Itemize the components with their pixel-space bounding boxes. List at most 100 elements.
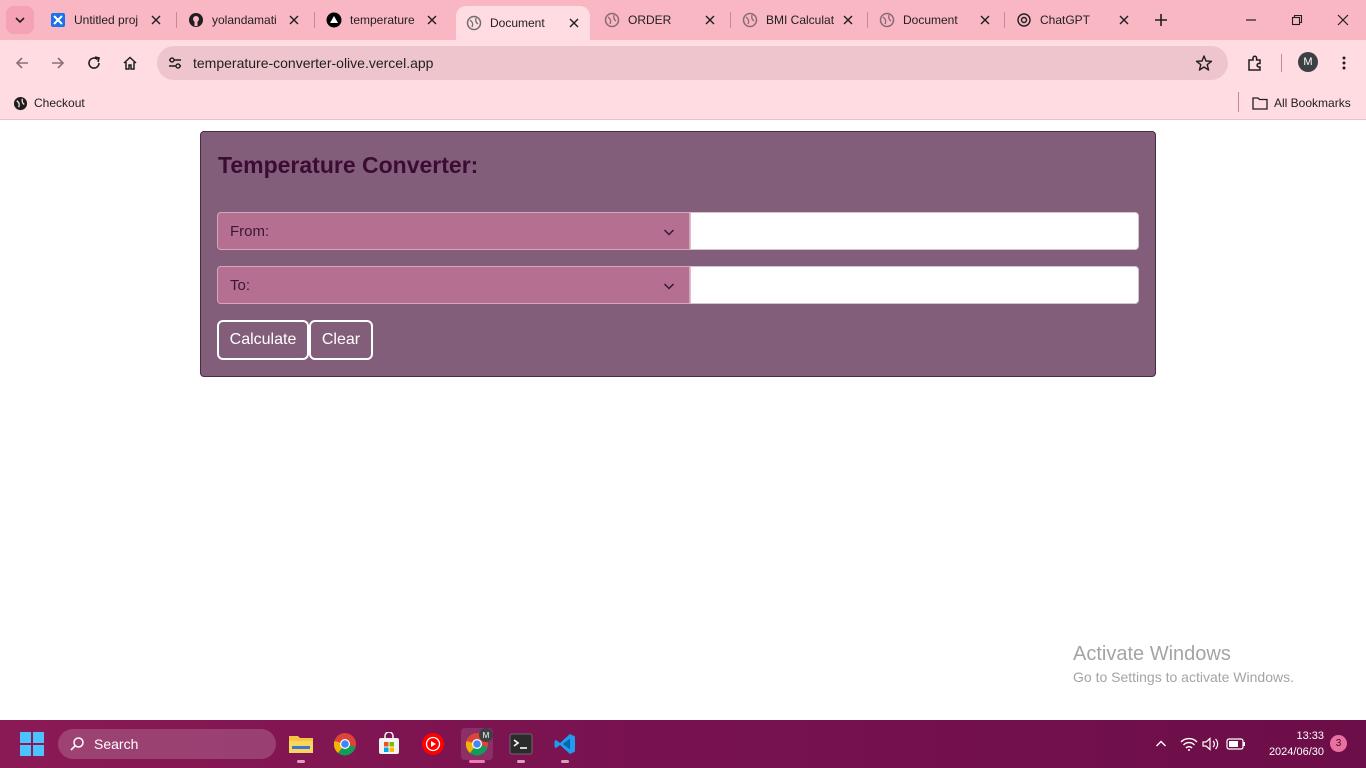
star-icon: [1195, 55, 1213, 71]
system-clock[interactable]: 13:33 2024/06/30: [1258, 728, 1324, 760]
chrome-icon[interactable]: [329, 728, 361, 760]
puzzle-icon: [1248, 55, 1261, 71]
vscode-icon[interactable]: [549, 728, 581, 760]
close-icon[interactable]: [702, 12, 718, 28]
folder-icon: [1252, 95, 1268, 111]
volume-icon[interactable]: [1201, 734, 1221, 754]
close-icon[interactable]: [424, 12, 440, 28]
taskbar: Search M 13:33 2024/06/30 3: [0, 720, 1366, 768]
battery-icon[interactable]: [1226, 734, 1246, 754]
windows-logo-icon: [20, 732, 31, 743]
tab-title: Document: [903, 13, 958, 27]
tab-title: Document: [490, 16, 545, 30]
tab-untitled-project[interactable]: Untitled proj: [40, 6, 172, 34]
all-bookmarks-button[interactable]: All Bookmarks: [1252, 92, 1351, 114]
arrow-left-icon: [15, 57, 28, 69]
chrome-profile-icon[interactable]: M: [461, 728, 493, 760]
close-window-button[interactable]: [1331, 8, 1355, 32]
tab-title: ChatGPT: [1040, 13, 1091, 27]
arrow-right-icon: [52, 57, 65, 69]
taskbar-search-box[interactable]: Search: [58, 729, 276, 759]
tab-title: BMI Calculat: [766, 13, 835, 27]
chevron-down-icon: [661, 278, 677, 294]
extensions-button[interactable]: [1241, 49, 1269, 77]
from-value-input[interactable]: [690, 212, 1139, 250]
new-tab-button[interactable]: [1150, 9, 1172, 31]
tab-document-active[interactable]: Document: [456, 6, 590, 40]
tab-title: Untitled proj: [74, 13, 139, 27]
clear-button[interactable]: Clear: [309, 320, 373, 360]
search-label: Search: [94, 736, 139, 752]
from-unit-select[interactable]: From:: [217, 212, 690, 250]
close-icon[interactable]: [148, 12, 164, 28]
bookmark-star-button[interactable]: [1194, 53, 1214, 73]
forward-button[interactable]: [44, 49, 72, 77]
calculate-button[interactable]: Calculate: [217, 320, 309, 360]
bookmark-checkout[interactable]: Checkout: [12, 92, 85, 114]
clock-date: 2024/06/30: [1268, 746, 1324, 758]
to-unit-select[interactable]: To:: [217, 266, 690, 304]
microsoft-store-icon[interactable]: [373, 728, 405, 760]
tab-bmi-calculator[interactable]: BMI Calculat: [732, 6, 864, 34]
home-icon: [123, 56, 137, 70]
running-indicator: [517, 760, 525, 763]
from-select-label: From:: [230, 222, 270, 240]
address-bar[interactable]: temperature-converter-olive.vercel.app: [157, 46, 1228, 80]
url-text[interactable]: temperature-converter-olive.vercel.app: [193, 55, 433, 71]
vercel-icon: [326, 12, 342, 28]
watermark-title: Activate Windows: [1073, 643, 1231, 665]
file-explorer-icon[interactable]: [285, 728, 317, 760]
chevron-down-icon: [15, 17, 25, 24]
chevron-down-icon: [661, 224, 677, 240]
openai-icon: [1016, 12, 1032, 28]
minimize-button[interactable]: [1239, 8, 1263, 32]
clock-time: 13:33: [1296, 730, 1324, 742]
globe-icon: [742, 12, 758, 28]
tab-divider: [730, 12, 731, 28]
site-info-button[interactable]: [163, 51, 187, 75]
close-icon[interactable]: [1116, 12, 1132, 28]
reload-button[interactable]: [80, 49, 108, 77]
profile-avatar[interactable]: M: [1298, 52, 1318, 72]
globe-icon: [466, 15, 482, 31]
bookmarks-bar: Checkout All Bookmarks: [0, 86, 1366, 120]
watermark-subtitle: Go to Settings to activate Windows.: [1073, 669, 1294, 685]
tab-title: temperature: [350, 13, 415, 27]
tab-temperature[interactable]: temperature: [316, 6, 448, 34]
youtube-music-icon[interactable]: [417, 728, 449, 760]
notification-badge[interactable]: 3: [1330, 735, 1347, 752]
restore-button[interactable]: [1285, 8, 1309, 32]
diagram-app-icon: [50, 12, 66, 28]
to-value-input[interactable]: [690, 266, 1139, 304]
tab-chatgpt[interactable]: ChatGPT: [1006, 6, 1140, 34]
close-icon[interactable]: [286, 12, 302, 28]
tab-divider: [1004, 12, 1005, 28]
wifi-icon[interactable]: [1179, 734, 1199, 754]
close-icon[interactable]: [566, 15, 582, 31]
tab-title: ORDER: [628, 13, 672, 27]
github-icon: [188, 12, 204, 28]
menu-button[interactable]: [1330, 49, 1358, 77]
tab-divider: [176, 12, 177, 28]
chevron-up-icon[interactable]: [1151, 734, 1171, 754]
from-row: From:: [217, 212, 1139, 250]
tab-github[interactable]: yolandamati: [178, 6, 310, 34]
activate-windows-watermark: Activate Windows Go to Settings to activ…: [1073, 643, 1294, 685]
tab-document[interactable]: Document: [869, 6, 1001, 34]
tune-icon: [169, 57, 181, 69]
back-button[interactable]: [8, 49, 36, 77]
profile-badge: M: [479, 728, 493, 742]
plus-icon: [1155, 14, 1167, 26]
close-icon: [1337, 14, 1349, 26]
terminal-icon[interactable]: [505, 728, 537, 760]
minimize-icon: [1246, 19, 1256, 21]
tab-search-button[interactable]: [6, 6, 34, 34]
close-icon[interactable]: [840, 12, 856, 28]
to-select-label: To:: [230, 276, 251, 294]
close-icon[interactable]: [977, 12, 993, 28]
windows-start-button[interactable]: [20, 732, 44, 756]
tab-order[interactable]: ORDER: [594, 6, 726, 34]
reload-icon: [88, 56, 100, 69]
home-button[interactable]: [116, 49, 144, 77]
search-icon: [68, 735, 86, 753]
